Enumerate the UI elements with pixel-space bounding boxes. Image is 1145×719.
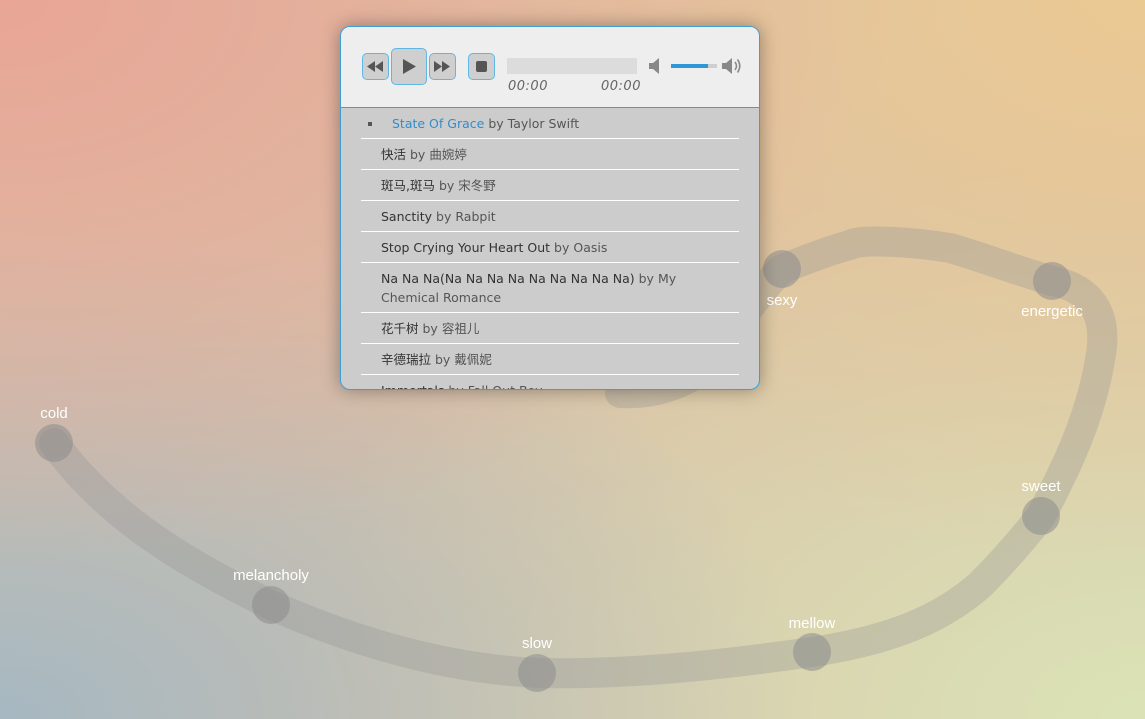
track-title: Na Na Na(Na Na Na Na Na Na Na Na Na) [381, 271, 635, 286]
playlist-item[interactable]: Immortals by Fall Out Boy [361, 375, 739, 389]
playlist-item[interactable]: Stop Crying Your Heart Out by Oasis [361, 232, 739, 263]
mood-node-melancholy[interactable] [252, 586, 290, 624]
rewind-icon [367, 61, 383, 72]
track-title: 斑马,斑马 [381, 178, 435, 193]
track-by: by [436, 209, 452, 224]
mood-node-cold[interactable] [35, 424, 73, 462]
track-by: by [435, 352, 451, 367]
next-button[interactable] [429, 53, 456, 80]
mood-label-mellow[interactable]: mellow [789, 615, 836, 632]
track-by: by [438, 178, 455, 193]
mood-label-sweet[interactable]: sweet [1021, 478, 1061, 495]
volume-slider[interactable] [671, 64, 717, 68]
track-by: by [448, 383, 463, 389]
track-title: Stop Crying Your Heart Out [381, 240, 551, 255]
stop-button[interactable] [468, 53, 495, 80]
track-artist: 容祖儿 [441, 321, 480, 336]
track-title: State Of Grace [392, 116, 485, 131]
playlist-item[interactable]: 斑马,斑马 by 宋冬野 [361, 170, 739, 201]
mood-label-sexy[interactable]: sexy [767, 292, 798, 309]
playlist-item[interactable]: 辛德瑞拉 by 戴佩妮 [361, 344, 739, 375]
stop-icon [476, 61, 487, 72]
volume-level [671, 64, 708, 68]
mood-node-energetic[interactable] [1033, 262, 1071, 300]
playlist-item[interactable]: 花千树 by 容祖儿 [361, 313, 739, 344]
mood-label-cold[interactable]: cold [40, 405, 68, 422]
previous-button[interactable] [362, 53, 389, 80]
playlist-item[interactable]: Sanctity by Rabpit [361, 201, 739, 232]
track-by: by [410, 147, 426, 162]
track-by: by [488, 116, 504, 131]
player-controls: 00:00 00:00 [341, 27, 759, 108]
track-artist: Oasis [573, 240, 608, 255]
playlist-item[interactable]: State Of Grace by Taylor Swift [361, 108, 739, 139]
speaker-loud-icon[interactable] [722, 57, 742, 75]
fast-forward-icon [434, 61, 450, 72]
mood-node-sexy[interactable] [763, 250, 801, 288]
music-player: 00:00 00:00 State Of Grace by Taylor Swi… [340, 26, 760, 390]
playlist: State Of Grace by Taylor Swift 快活 by 曲婉婷斑… [361, 108, 739, 389]
track-title: 花千树 [381, 321, 419, 336]
mood-node-mellow[interactable] [793, 633, 831, 671]
mood-label-slow[interactable]: slow [522, 635, 552, 652]
track-artist: Taylor Swift [507, 116, 580, 131]
time-elapsed: 00:00 [508, 79, 548, 94]
track-title: 快活 [381, 147, 407, 162]
track-title: 辛德瑞拉 [381, 352, 432, 367]
track-by: by [638, 271, 654, 286]
track-by: by [422, 321, 438, 336]
speaker-mute-icon[interactable] [649, 58, 663, 74]
time-total: 00:00 [601, 79, 641, 94]
playlist-item[interactable]: Na Na Na(Na Na Na Na Na Na Na Na Na) by … [361, 263, 739, 313]
mood-label-melancholy[interactable]: melancholy [233, 567, 309, 584]
track-artist: Rabpit [455, 209, 496, 224]
mood-node-slow[interactable] [518, 654, 556, 692]
track-artist: 曲婉婷 [429, 147, 467, 162]
play-icon [403, 59, 416, 74]
playlist-item[interactable]: 快活 by 曲婉婷 [361, 139, 739, 170]
mood-label-energetic[interactable]: energetic [1021, 303, 1083, 320]
track-title: Immortals [381, 383, 444, 389]
mood-node-sweet[interactable] [1022, 497, 1060, 535]
play-button[interactable] [391, 48, 427, 85]
track-artist: Fall Out Boy [468, 383, 543, 389]
track-artist: 戴佩妮 [454, 352, 492, 367]
now-playing-indicator [368, 122, 372, 126]
track-title: Sanctity [381, 209, 433, 224]
progress-bar[interactable] [507, 58, 637, 74]
track-by: by [554, 240, 570, 255]
track-artist: 宋冬野 [458, 178, 496, 193]
